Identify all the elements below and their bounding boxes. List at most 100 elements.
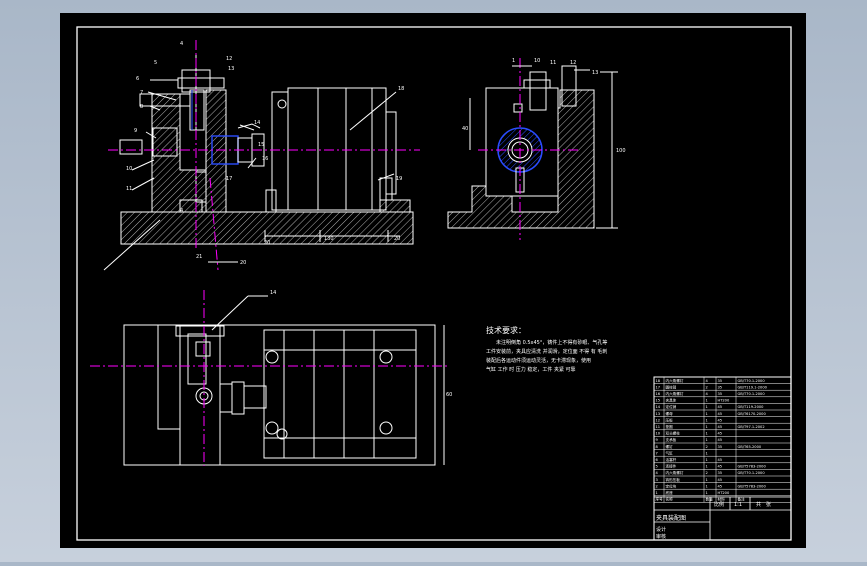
bom-cell: 1 <box>706 458 708 462</box>
bom-cell: GB/T70.1-2000 <box>738 379 766 383</box>
bom-cell: GB/T5783-2000 <box>738 484 767 488</box>
bom-cell: GB/T6170-2000 <box>738 412 767 416</box>
bom-cell: 45 <box>718 412 723 416</box>
bom-cell: 45 <box>718 425 723 429</box>
bom-cell: 1 <box>706 405 708 409</box>
bom-cell: 内六角螺钉 <box>666 378 684 383</box>
bom-cell: 35 <box>718 445 723 449</box>
bom-cell: 17 <box>656 385 661 389</box>
bom-cell: 35 <box>718 385 723 389</box>
checker-label: 审核 <box>656 533 666 540</box>
bom-cell: 连接件 <box>666 464 677 469</box>
bom-cell: 支承板 <box>666 437 677 442</box>
bom-cell: 45 <box>718 438 723 442</box>
bom-cell: 35 <box>718 392 723 396</box>
bom-cell: 钩形压板 <box>666 477 681 482</box>
bom-cell: 45 <box>718 458 723 462</box>
bom-cell: 45 <box>718 465 723 469</box>
tech-requirement-line: 工件安装前，夹具应清洗 并润滑，定位面 不得 有 毛刺 <box>486 348 607 355</box>
bom-cell: 圆柱销 <box>666 384 677 389</box>
dimension-label: 60 <box>446 392 452 398</box>
callout-label: 21 <box>196 254 202 260</box>
callout-label: 14 <box>270 290 276 296</box>
sheet-value: 张 <box>766 501 771 508</box>
callout-label: 13 <box>228 66 234 72</box>
bom-cell: 1 <box>706 438 708 442</box>
bom-cell: HT200 <box>718 399 730 403</box>
callout-label: 12 <box>226 56 232 62</box>
callout-label: 20 <box>240 260 246 266</box>
bom-cell: 1 <box>706 425 708 429</box>
bom-cell: 定位块 <box>666 483 677 488</box>
callout-label: 4 <box>180 41 183 47</box>
bom-cell: 2 <box>706 471 708 475</box>
designer-label: 设计 <box>656 526 666 533</box>
callout-label: 4 <box>180 208 183 214</box>
bom-cell: GB/T70.1-2000 <box>738 471 766 475</box>
callout-label: 10 <box>534 58 540 64</box>
callout-label: 10 <box>126 166 132 172</box>
dimension-label: 20 <box>264 240 270 246</box>
bom-cell: 1 <box>706 465 708 469</box>
tech-requirement-line: 装配后各运动件须运动灵活，无卡滞现象，使用 <box>486 357 591 364</box>
bom-cell: 1 <box>706 418 708 422</box>
bom-cell: 3 <box>656 478 658 482</box>
scale-value: 1:1 <box>734 502 742 508</box>
bom-cell: 45 <box>718 405 723 409</box>
dimension-label: 130 <box>324 236 334 242</box>
dimension-label: 40 <box>462 126 468 132</box>
bom-cell: 气缸 <box>666 450 674 455</box>
bom-cell: 1 <box>706 412 708 416</box>
dimension-label: 100 <box>616 148 626 154</box>
callout-label: 5 <box>154 60 157 66</box>
tech-requirement-line: 气缸 工作 时 压力 稳定，工件 夹紧 可靠 <box>486 366 576 373</box>
bom-cell: 1 <box>706 478 708 482</box>
callout-label: 18 <box>398 86 404 92</box>
dimension-label: 20 <box>394 236 400 242</box>
bom-cell: 10 <box>656 432 661 436</box>
callout-label: 19 <box>396 176 402 182</box>
bom-cell: 13 <box>656 412 661 416</box>
bom-cell: 1 <box>706 399 708 403</box>
scale-label: 比例 <box>714 501 724 508</box>
callout-label: 12 <box>570 60 576 66</box>
bom-cell: 45 <box>718 418 723 422</box>
callout-label: 14 <box>254 120 260 126</box>
bom-cell: 5 <box>656 465 658 469</box>
drawing-sheet <box>60 13 806 548</box>
callout-label: 17 <box>226 176 232 182</box>
bom-cell: 内六角螺钉 <box>666 391 684 396</box>
callout-label: 6 <box>136 76 139 82</box>
bom-cell: 双头螺柱 <box>666 431 681 436</box>
callout-label: 15 <box>258 142 264 148</box>
bom-cell: GB/T5783-2000 <box>738 465 767 469</box>
bom-cell: 1 <box>706 451 708 455</box>
bom-cell: GB/T119-2000 <box>738 405 765 409</box>
bom-cell: 1 <box>706 484 708 488</box>
callout-label: 11 <box>550 60 556 66</box>
bom-cell: 1 <box>706 491 708 495</box>
bom-cell: 16 <box>656 392 661 396</box>
bom-cell: 35 <box>718 379 723 383</box>
bom-cell: GB/T70.1-2000 <box>738 392 766 396</box>
bom-cell: 35 <box>718 471 723 475</box>
bom-cell: 夹具体 <box>666 398 677 403</box>
callout-label: 7 <box>140 90 143 96</box>
bom-cell: 压板 <box>666 417 674 422</box>
bom-cell: 螺钉 <box>666 444 674 449</box>
callout-label: 11 <box>126 186 132 192</box>
bom-cell: 螺母 <box>666 411 674 416</box>
fixture-assembly-drawing: 4 5 6 7 8 9 10 11 12 13 14 15 16 17 18 1… <box>60 13 806 548</box>
bom-cell: GB/T97.1-2002 <box>738 425 765 429</box>
bom-cell: GB/T65-2000 <box>738 445 762 449</box>
bom-cell: 底座 <box>666 490 674 495</box>
bom-cell: 2 <box>706 445 708 449</box>
bom-cell: 45 <box>718 484 723 488</box>
drawing-title: 夹具装配图 <box>656 514 686 522</box>
bom-cell: 7 <box>656 451 658 455</box>
bom-cell: 定位销 <box>666 404 677 409</box>
bom-cell: 11 <box>656 425 661 429</box>
callout-label: 1 <box>512 58 515 64</box>
bom-cell: 14 <box>656 405 661 409</box>
callout-label: 8 <box>140 104 143 110</box>
